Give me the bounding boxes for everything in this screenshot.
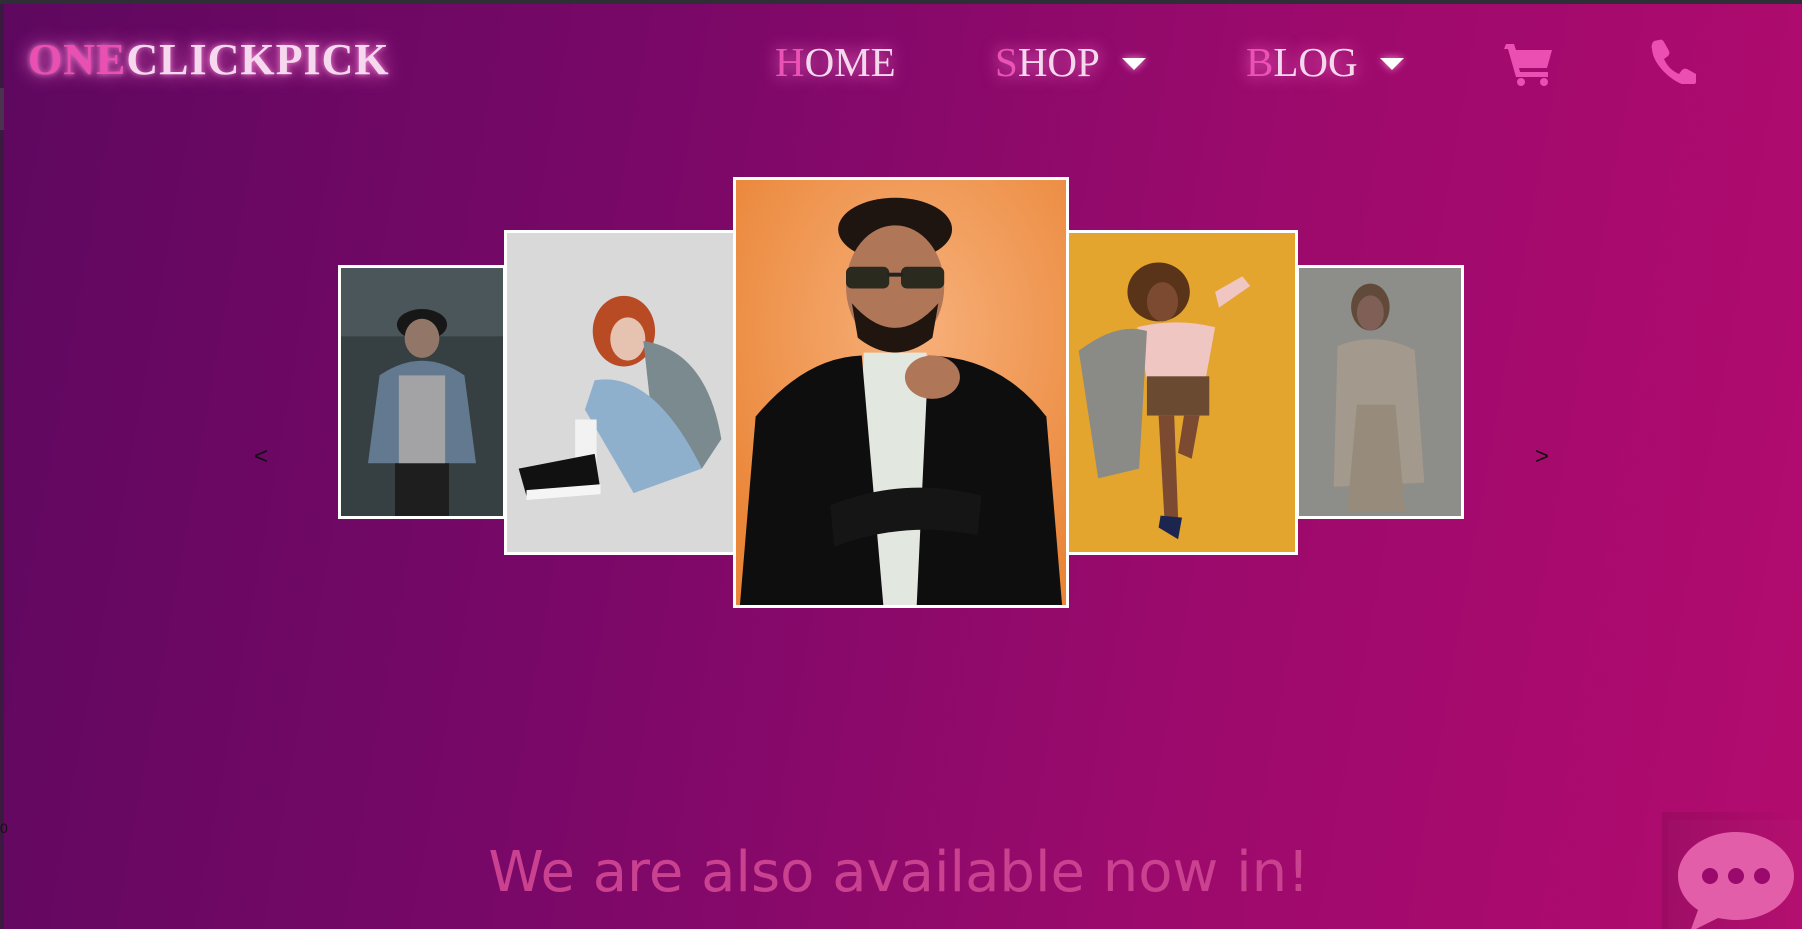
- carousel-slide-2[interactable]: [504, 230, 736, 555]
- nav-blog-label: LOG: [1273, 39, 1358, 85]
- chat-bubble-icon: [1678, 832, 1794, 929]
- photo-woman-sitting: [507, 233, 733, 552]
- nav-blog[interactable]: B LOG: [1246, 38, 1404, 86]
- nav-shop-label: HOP: [1017, 39, 1100, 85]
- phone-button[interactable]: [1650, 38, 1699, 89]
- nav-home-initial: H: [775, 39, 805, 85]
- brand-logo-part1: ONE: [28, 35, 127, 84]
- carousel-slide-1[interactable]: [338, 265, 506, 519]
- shop-caret-down-icon: [1121, 58, 1146, 70]
- chat-widget-button[interactable]: [1668, 820, 1802, 929]
- photo-man-sunglasses: [736, 180, 1066, 605]
- window-top-border: [0, 0, 1802, 4]
- left-window-edge: [0, 4, 4, 929]
- nav-shop-initial: S: [995, 39, 1018, 85]
- photo-woman-coat: [1299, 268, 1461, 516]
- carousel-prev-button[interactable]: <: [254, 443, 268, 471]
- scroll-edge-marker: [0, 88, 4, 130]
- available-in-headline: We are also available now in!: [488, 840, 1310, 905]
- carousel-slide-5[interactable]: [1296, 265, 1464, 519]
- nav-home-label: OME: [804, 39, 896, 85]
- brand-logo[interactable]: ONECLICKPICK: [28, 34, 390, 85]
- photo-woman-kicking: [1069, 233, 1295, 552]
- phone-icon: [1651, 39, 1699, 87]
- nav-home[interactable]: H OME: [775, 38, 896, 86]
- blog-caret-down-icon: [1379, 58, 1404, 70]
- cart-icon: [1504, 44, 1552, 86]
- carousel-slide-3-active[interactable]: [733, 177, 1069, 608]
- nav-blog-initial: B: [1246, 39, 1274, 85]
- edge-digit: 0: [0, 820, 8, 836]
- photo-man-cap: [341, 268, 503, 516]
- cart-button[interactable]: [1504, 40, 1556, 93]
- carousel-slide-4[interactable]: [1066, 230, 1298, 555]
- nav-shop[interactable]: S HOP: [995, 38, 1146, 86]
- carousel-next-button[interactable]: >: [1535, 443, 1549, 471]
- brand-logo-part2: CLICKPICK: [126, 35, 390, 84]
